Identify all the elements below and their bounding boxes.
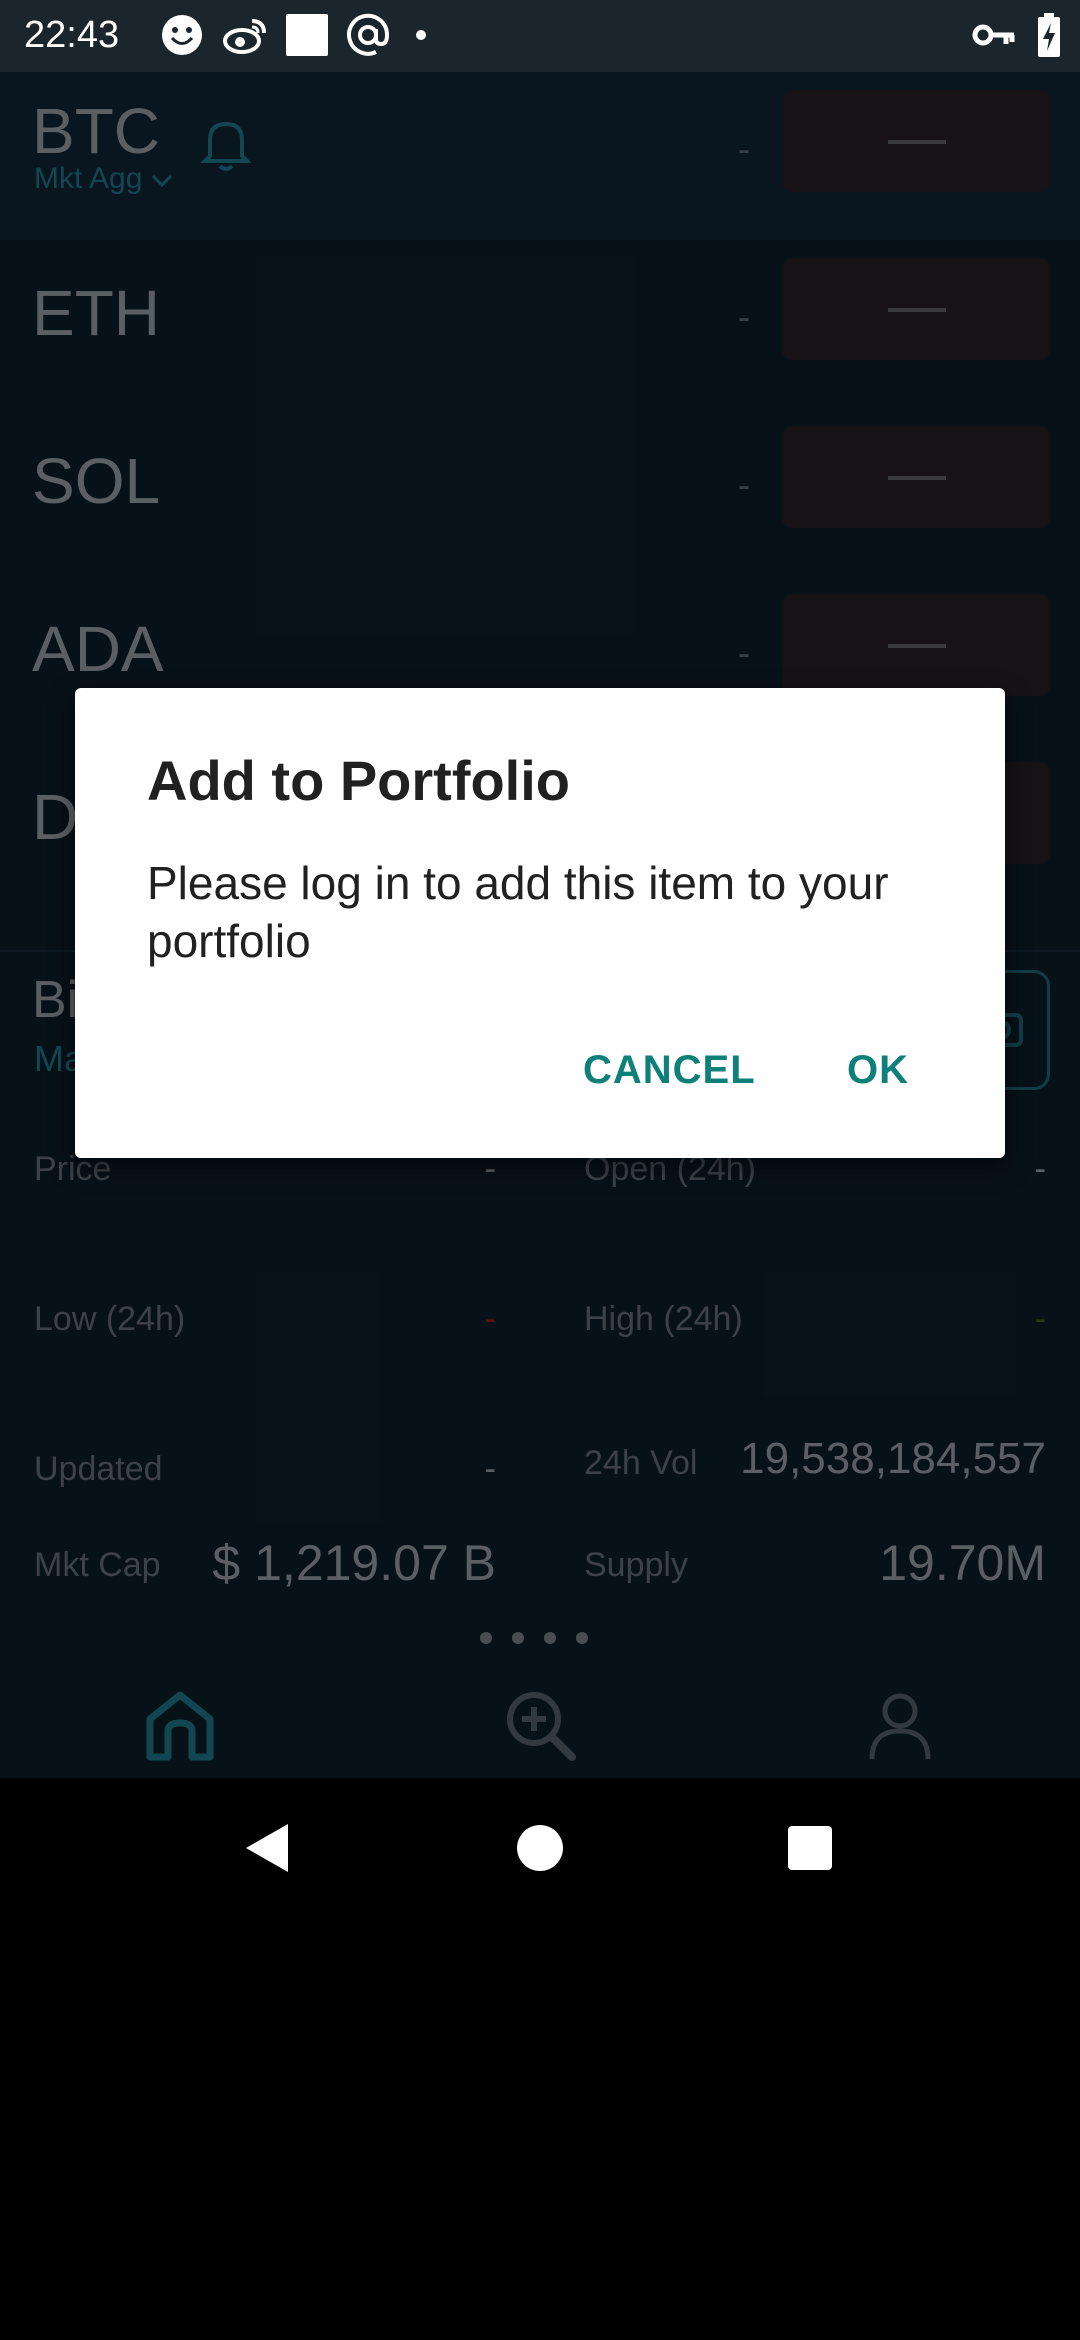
cancel-button[interactable]: CANCEL bbox=[583, 1048, 756, 1093]
recents-button[interactable] bbox=[770, 1808, 850, 1888]
at-sign-icon bbox=[347, 13, 390, 56]
back-triangle-icon bbox=[246, 1824, 288, 1872]
back-button[interactable] bbox=[228, 1808, 308, 1888]
weibo-icon bbox=[223, 19, 266, 54]
status-right bbox=[972, 12, 1062, 58]
status-time: 22:43 bbox=[24, 14, 120, 56]
system-nav-bar bbox=[0, 1778, 1080, 1918]
dot-icon bbox=[416, 30, 426, 40]
ok-button[interactable]: OK bbox=[847, 1048, 909, 1093]
screen: 22:43 BTC Mkt Agg - ETH - SOL - ADA - D … bbox=[0, 0, 1080, 2340]
dialog-message: Please log in to add this item to your p… bbox=[147, 857, 889, 967]
home-circle-icon bbox=[517, 1825, 563, 1871]
add-to-portfolio-dialog: Add to Portfolio Please log in to add th… bbox=[75, 688, 1005, 1158]
key-icon bbox=[972, 24, 1015, 46]
home-system-button[interactable] bbox=[500, 1808, 580, 1888]
recents-square-icon bbox=[788, 1826, 832, 1870]
smiley-icon bbox=[162, 15, 202, 55]
white-square-icon bbox=[286, 14, 328, 56]
status-bar: 22:43 bbox=[0, 0, 1080, 72]
battery-charging-icon bbox=[1038, 13, 1060, 57]
notification-icons bbox=[160, 12, 426, 58]
dialog-title: Add to Portfolio bbox=[147, 749, 571, 812]
